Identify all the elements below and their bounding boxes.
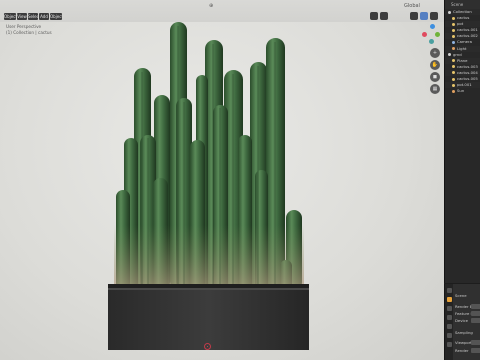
- object-tab-icon[interactable]: [446, 342, 452, 347]
- object-type-icon: [452, 47, 455, 51]
- outliner-row-label: Plane: [457, 57, 468, 63]
- object-type-icon: [452, 22, 455, 26]
- stem-base-tint: [114, 225, 304, 290]
- object-type-icon: [452, 28, 455, 32]
- outliner-list: Collection cactus pot cactus.001 cactus.002 C…: [445, 9, 480, 94]
- world-tab-icon[interactable]: [446, 333, 452, 338]
- feature-set-dropdown[interactable]: [471, 311, 480, 316]
- outliner-row[interactable]: Sun: [445, 88, 480, 94]
- device-dropdown[interactable]: [471, 318, 480, 323]
- 3d-viewport[interactable]: Object Mode View Select Add Object ⊕ Glo…: [0, 0, 444, 360]
- outliner-row-label: Collection: [453, 9, 472, 14]
- outliner-title: Scene Collection: [445, 0, 480, 16]
- outliner-row-label: Light: [457, 45, 467, 51]
- properties-tabs: [445, 284, 453, 360]
- viewport-samples-field[interactable]: [471, 340, 480, 345]
- scene-tab-icon[interactable]: [446, 324, 452, 329]
- outliner-row-label: Sun: [457, 88, 465, 94]
- outliner-row-label: cactus.001: [457, 27, 478, 33]
- object-type-icon: [452, 83, 455, 87]
- outliner-row-label: cactus.002: [457, 33, 478, 39]
- render-engine-dropdown[interactable]: [471, 304, 480, 309]
- object-type-icon: [452, 89, 455, 93]
- view-layer-tab-icon[interactable]: [446, 315, 452, 320]
- object-type-icon: [452, 40, 455, 44]
- outliner-row-label: pot.001: [457, 82, 472, 88]
- sampling-section[interactable]: Sampling: [455, 330, 473, 335]
- cactus-render: [108, 22, 309, 350]
- object-type-icon: [452, 77, 455, 81]
- object-type-icon: [452, 65, 455, 69]
- output-tab-icon[interactable]: [446, 306, 452, 311]
- scene-header: Scene: [455, 293, 467, 298]
- outliner-row-label: pot: [457, 21, 464, 27]
- object-origin-icon[interactable]: [204, 343, 211, 350]
- viewport-label: Viewport: [455, 340, 472, 345]
- outliner-row-label: Camera: [457, 39, 472, 45]
- device-label: Device: [455, 318, 468, 323]
- object-type-icon: [448, 53, 451, 57]
- outliner-panel: Scene Collection Collectioncactuspotcact…: [444, 0, 480, 283]
- outliner-row-label: grnd: [453, 51, 462, 57]
- object-type-icon: [452, 59, 455, 63]
- outliner-row-label: cactus.005: [457, 76, 478, 82]
- planter-pot: [108, 284, 309, 350]
- render-tab-icon[interactable]: [446, 297, 452, 302]
- render-samples-field[interactable]: [471, 348, 480, 353]
- outliner-row-label: cactus.003: [457, 63, 478, 69]
- object-type-icon: [452, 34, 455, 38]
- outliner-row-label: cactus: [457, 15, 470, 21]
- outliner-row-label: cactus.004: [457, 69, 478, 75]
- object-type-icon: [448, 10, 451, 14]
- properties-panel: Scene Render Eng Feature Set Device Samp…: [444, 284, 480, 360]
- render-label: Render: [455, 348, 469, 353]
- object-type-icon: [452, 71, 455, 75]
- tool-tab-icon[interactable]: [446, 288, 452, 293]
- object-type-icon: [452, 16, 455, 20]
